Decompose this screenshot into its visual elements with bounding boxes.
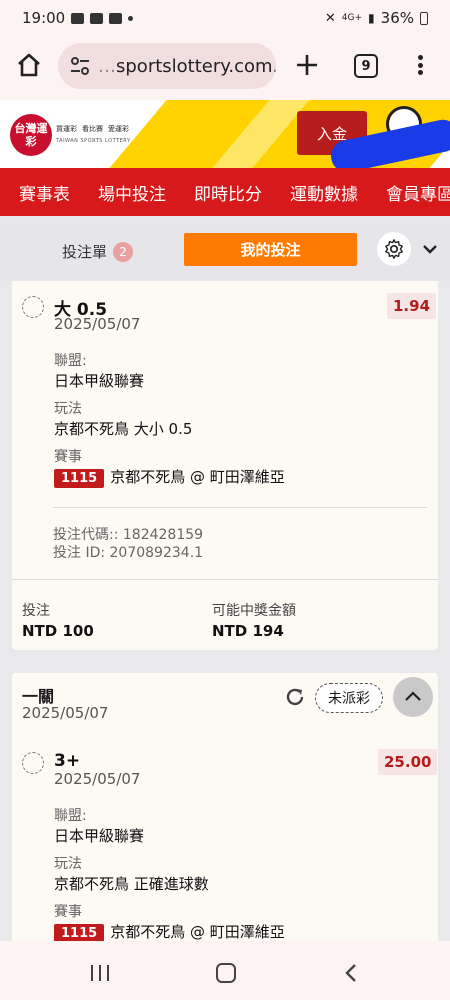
gallery-icon [71,12,85,24]
mute-icon: ✕ [324,10,336,26]
bet-id: 投注 ID: 207089234.1 [53,545,204,561]
settings-gear-icon[interactable] [377,232,411,266]
odds-badge: 25.00 [378,749,438,775]
chevron-down-icon[interactable] [420,239,440,259]
chevron-up-icon[interactable] [393,677,433,717]
market-value: 京都不死鳥 大小 0.5 [54,420,193,438]
selection-date: 2025/05/07 [54,315,141,333]
refresh-icon[interactable] [283,685,307,709]
betslip-bar: 投注單 2 我的投注 [0,223,450,281]
new-tab-icon[interactable] [292,50,322,80]
nav-sports-data[interactable]: 運動數據 [262,180,358,205]
more-notifications-icon [128,15,134,21]
main-nav: 賽事表 場中投注 即時比分 運動數據 會員專區 [0,168,450,216]
address-bar[interactable]: …sportslottery.com.tw [58,43,276,89]
status-time: 19:00 [22,9,66,27]
bet-date: 2025/05/07 [22,704,109,722]
logo-link-2: 看比賽 [82,125,103,133]
odds-badge: 1.94 [387,293,437,319]
selection-status-icon [22,752,44,774]
recent-apps-icon[interactable] [91,965,109,981]
tab-betslip[interactable]: 投注單 2 [62,241,134,262]
match-id-badge: 1115 [54,469,105,488]
market-label: 玩法 [54,401,82,417]
bet-summary-row: 投注 NTD 100 可能中獎金額 NTD 194 [12,579,438,650]
logo-link-3: 愛運彩 [108,125,129,133]
home-icon[interactable] [14,50,44,80]
nav-schedule[interactable]: 賽事表 [0,180,70,205]
signal-icon: ▮ [368,11,375,25]
match-name: 京都不死鳥 @ 町田澤維亞 [110,468,285,486]
back-icon[interactable] [343,963,359,983]
url-prefix: … [98,55,116,77]
selection-status-icon [22,296,44,318]
nav-live-scores[interactable]: 即時比分 [166,180,262,205]
browser-toolbar: …sportslottery.com.tw 9 [0,36,450,100]
url-text: …sportslottery.com.tw [98,56,276,77]
battery-label: 36% [380,9,414,27]
market-value: 京都不死鳥 正確進球數 [54,875,209,893]
logo-subtitle: TAIWAN SPORTS LOTTERY [56,138,131,144]
youtube-icon [90,12,104,24]
site-header: 台灣運彩 買運彩 看比賽 愛運彩 TAIWAN SPORTS LOTTERY 入… [0,100,450,168]
market-label: 玩法 [54,856,82,872]
match-id-badge: 1115 [54,924,105,941]
site-settings-icon[interactable] [68,54,92,78]
league-value: 日本甲級聯賽 [54,827,145,845]
payout-value: NTD 194 [212,622,284,640]
bet-card: 一關 2025/05/07 未派彩 3+ 2025/05/07 25.00 聯盟… [12,673,438,941]
stake-label: 投注 [22,603,50,619]
tab-my-bets[interactable]: 我的投注 [184,233,357,266]
logo-link-1: 買運彩 [56,125,77,133]
calendar-icon [109,12,123,24]
tab-switcher-button[interactable]: 9 [354,54,378,78]
battery-icon [420,11,428,25]
bet-card: 大 0.5 2025/05/07 1.94 聯盟: 日本甲級聯賽 玩法 京都不死… [12,281,438,650]
nav-member-area[interactable]: 會員專區 [358,180,450,205]
nav-live-betting[interactable]: 場中投注 [70,180,166,205]
event-value: 1115 京都不死鳥 @ 町田澤維亞 [54,921,285,941]
event-label: 賽事 [54,904,82,920]
league-label: 聯盟: [54,353,87,369]
more-menu-icon[interactable] [412,52,428,78]
league-value: 日本甲級聯賽 [54,372,145,390]
divider [53,507,427,508]
event-label: 賽事 [54,449,82,465]
betslip-label: 投注單 [62,243,108,261]
match-name: 京都不死鳥 @ 町田澤維亞 [110,923,285,941]
selection-date: 2025/05/07 [54,770,141,788]
system-nav-bar [0,941,450,1000]
league-label: 聯盟: [54,808,87,824]
stake-value: NTD 100 [22,622,94,640]
bet-code: 投注代碼:: 182428159 [53,527,204,543]
betslip-count-badge: 2 [113,241,134,262]
url-domain: sportslottery.com.tw [116,55,276,77]
site-logo[interactable]: 台灣運彩 [10,114,52,156]
my-bets-list: 大 0.5 2025/05/07 1.94 聯盟: 日本甲級聯賽 玩法 京都不死… [0,281,450,941]
status-bar: 19:00 ✕ 4G+ ▮ 36% [0,0,450,36]
network-label: 4G+ [341,13,363,23]
payout-label: 可能中獎金額 [212,603,296,619]
event-value: 1115 京都不死鳥 @ 町田澤維亞 [54,466,285,488]
home-button-icon[interactable] [216,963,236,983]
logo-tagline: 買運彩 看比賽 愛運彩 TAIWAN SPORTS LOTTERY [56,124,130,144]
selection-name: 3+ [54,751,81,771]
settlement-status-badge: 未派彩 [315,683,383,713]
